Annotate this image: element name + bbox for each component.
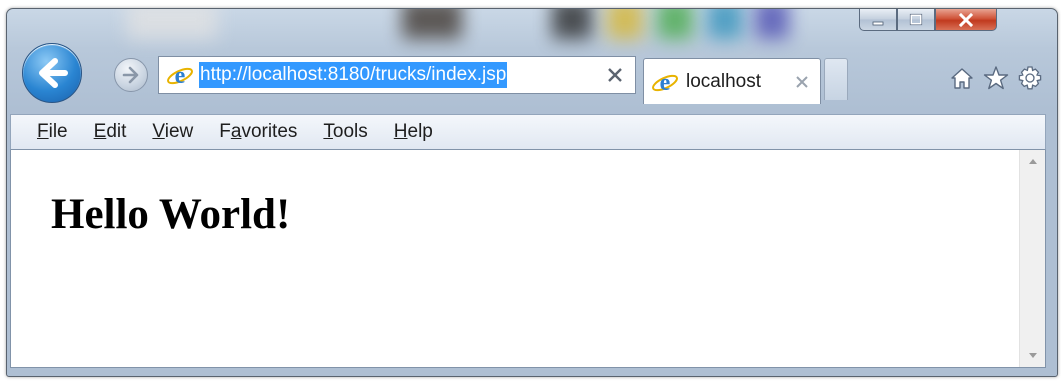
ie-logo-icon: e (652, 70, 678, 96)
page-content: Hello World! (10, 150, 1046, 368)
scroll-down-button[interactable] (1020, 345, 1045, 367)
menu-tools[interactable]: Tools (321, 121, 369, 143)
page-heading: Hello World! (51, 191, 291, 238)
close-tab-icon[interactable] (794, 74, 810, 90)
svg-text:e: e (660, 70, 671, 96)
address-url[interactable]: http://localhost:8180/trucks/index.jsp (199, 62, 508, 88)
arrow-down-icon (1028, 353, 1037, 358)
close-icon[interactable] (605, 65, 625, 85)
close-window-button[interactable] (935, 9, 997, 31)
glass-background (127, 9, 217, 39)
arrow-up-icon (1028, 159, 1037, 164)
menu-edit[interactable]: Edit (92, 121, 129, 143)
glass-background (607, 9, 643, 39)
glass-background (755, 9, 789, 39)
tab-localhost[interactable]: e localhost (643, 58, 821, 104)
back-arrow-icon (39, 58, 68, 88)
maximize-button[interactable] (897, 9, 935, 31)
new-tab-button[interactable] (824, 58, 848, 100)
vertical-scrollbar[interactable] (1019, 150, 1045, 367)
forward-button[interactable] (114, 58, 148, 92)
glass-background (402, 9, 462, 39)
glass-background (657, 9, 693, 39)
ie-logo-icon: e (167, 63, 193, 89)
menu-view[interactable]: View (150, 121, 195, 143)
glass-background (552, 9, 592, 39)
back-button[interactable] (22, 43, 82, 103)
menu-file[interactable]: File (35, 121, 70, 143)
glass-background (707, 9, 743, 39)
maximize-icon (909, 13, 923, 25)
menu-bar: File Edit View Favorites Tools Help (10, 114, 1046, 150)
tab-label: localhost (686, 70, 761, 92)
svg-text:e: e (175, 63, 186, 89)
minimize-icon (872, 21, 884, 25)
forward-arrow-icon (122, 66, 139, 84)
close-icon (958, 12, 974, 27)
home-icon[interactable] (948, 64, 976, 92)
minimize-button[interactable] (859, 9, 897, 31)
scroll-up-button[interactable] (1020, 150, 1045, 172)
address-bar[interactable]: e http://localhost:8180/trucks/index.jsp (158, 56, 636, 94)
gear-icon[interactable] (1016, 64, 1044, 92)
star-icon[interactable] (982, 64, 1010, 92)
window-controls (859, 9, 997, 39)
menu-favorites[interactable]: Favorites (217, 121, 299, 143)
menu-help[interactable]: Help (392, 121, 435, 143)
